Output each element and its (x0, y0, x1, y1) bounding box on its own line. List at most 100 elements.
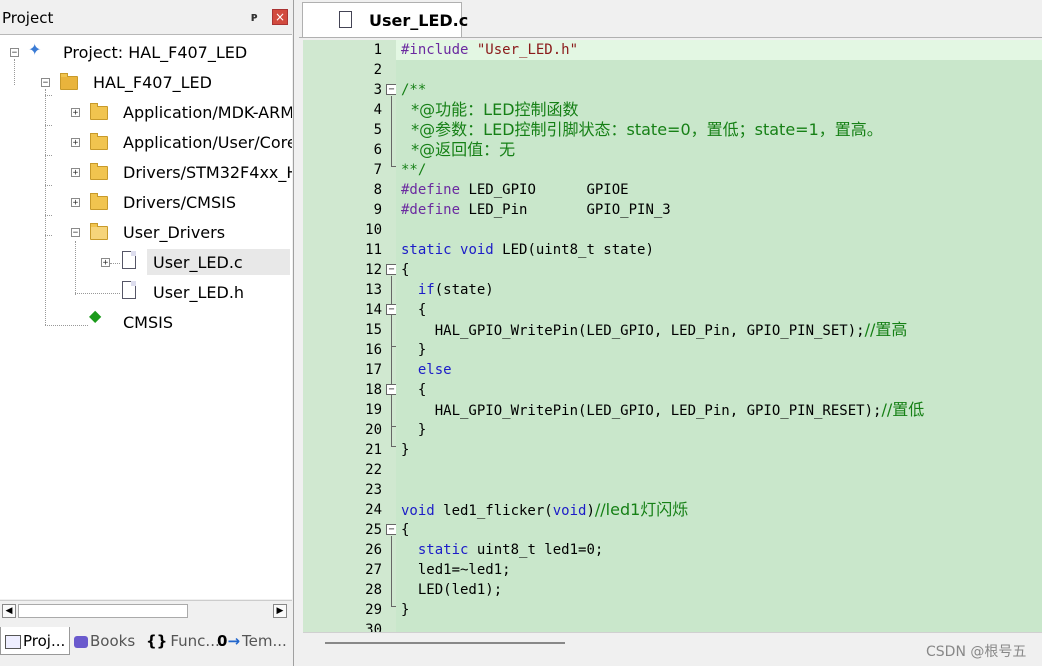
code-line-11: static void LED(uint8_t state) (401, 242, 654, 258)
books-icon (74, 635, 88, 648)
expand-toggle[interactable]: + (71, 138, 80, 148)
tree-node-user-led-h[interactable]: User_LED.h (153, 280, 244, 306)
code-line-9: #define LED_Pin GPIO_PIN_3 (401, 202, 671, 218)
tab-books[interactable]: Books (74, 627, 142, 655)
line-number: 21 (365, 442, 382, 458)
project-panel-title: Project (2, 9, 54, 27)
cmsis-icon: ◆ (89, 306, 102, 325)
functions-icon: {} (146, 632, 168, 650)
collapse-toggle[interactable]: − (10, 48, 19, 58)
tree-horizontal-scrollbar[interactable]: ◀ ▶ (0, 600, 292, 621)
tab-project-label: Proj... (23, 632, 66, 650)
line-number: 25 (365, 522, 382, 538)
line-number: 4 (373, 102, 382, 118)
line-number: 20 (365, 422, 382, 438)
project-tree: − ✦ Project: HAL_F407_LED − HAL_F407_LED… (0, 34, 292, 599)
line-number: 23 (365, 482, 382, 498)
close-icon[interactable]: × (272, 9, 288, 25)
tab-templates[interactable]: 0→ Tem... (217, 627, 287, 655)
line-number: 19 (365, 402, 382, 418)
line-number: 26 (365, 542, 382, 558)
editor-pane: User_LED.c 1 2 3 4 5 6 7 8 9 10 11 12 13… (299, 0, 1042, 666)
scroll-thumb[interactable] (325, 642, 565, 644)
line-number: 13 (365, 282, 382, 298)
line-number: 18 (365, 382, 382, 398)
code-line-24: void led1_flicker(void)//led1灯闪烁 (401, 500, 689, 519)
code-line-1: #include "User_LED.h" (401, 42, 579, 58)
code-line-6: *@返回值：无 (401, 140, 516, 159)
line-number: 17 (365, 362, 382, 378)
h-file-icon (122, 281, 136, 299)
code-line-7: **/ (401, 162, 427, 178)
code-line-25: { (401, 522, 410, 538)
watermark: CSDN @根号五 (926, 644, 1027, 660)
tab-project[interactable]: Proj... (0, 627, 70, 655)
file-icon (339, 11, 352, 28)
line-number: 15 (365, 322, 382, 338)
scroll-right-icon[interactable]: ▶ (273, 604, 287, 618)
scroll-left-icon[interactable]: ◀ (2, 604, 16, 618)
line-number: 9 (373, 202, 382, 218)
line-number: 12 (365, 262, 382, 278)
code-line-18: { (401, 382, 427, 398)
code-line-14: { (401, 302, 427, 318)
code-line-5: *@参数：LED控制引脚状态：state=0，置低；state=1，置高。 (401, 120, 883, 139)
line-number: 16 (365, 342, 382, 358)
code-line-17: else (417, 362, 452, 378)
folder-icon (90, 193, 108, 210)
folder-icon (90, 133, 108, 150)
line-number: 8 (373, 182, 382, 198)
code-line-26: static uint8_t led1=0; (417, 542, 604, 558)
project-panel: Project ᴘ × − ✦ Project: HAL_F407_LED − … (0, 0, 294, 666)
code-line-15: HAL_GPIO_WritePin(LED_GPIO, LED_Pin, GPI… (401, 320, 908, 339)
pin-icon[interactable]: ᴘ (251, 10, 258, 24)
code-editor[interactable]: #include "User_LED.h" /** *@功能：LED控制函数 *… (396, 40, 1042, 632)
line-number: 14 (365, 302, 382, 318)
panel-tabs: Proj... Books {} Func... 0→ Tem... (0, 625, 292, 657)
code-line-16: } (401, 342, 427, 358)
line-number: 7 (373, 162, 382, 178)
folder-icon (90, 103, 108, 120)
expand-toggle[interactable]: + (71, 168, 80, 178)
editor-tab-user-led-c[interactable]: User_LED.c (302, 2, 468, 37)
code-line-28: LED(led1); (401, 582, 503, 598)
code-line-8: #define LED_GPIO GPIOE (401, 182, 629, 198)
tree-node-user-led-c[interactable]: User_LED.c (153, 250, 243, 276)
tree-node-app-mdk[interactable]: Application/MDK-ARM (123, 100, 292, 126)
tree-node-target[interactable]: HAL_F407_LED (93, 70, 212, 96)
code-line-3: /** (401, 82, 427, 98)
tree-node-drivers-cmsis[interactable]: Drivers/CMSIS (123, 190, 236, 216)
tree-node-app-user-core[interactable]: Application/User/Core (123, 130, 292, 156)
line-number: 5 (373, 122, 382, 138)
project-tab-icon (5, 634, 21, 649)
code-line-12: { (401, 262, 410, 278)
folder-icon (90, 163, 108, 180)
line-number: 30 (365, 622, 382, 632)
tree-node-user-drivers[interactable]: User_Drivers (123, 220, 225, 246)
target-icon (60, 73, 78, 90)
line-number: 24 (365, 502, 382, 518)
tree-node-drivers-hal[interactable]: Drivers/STM32F4xx_HAL (123, 160, 292, 186)
folder-open-icon (90, 223, 108, 240)
expand-toggle[interactable]: + (101, 258, 110, 268)
line-number: 1 (373, 42, 382, 58)
tab-books-label: Books (90, 632, 136, 650)
tab-functions[interactable]: {} Func... (146, 627, 220, 655)
tab-templates-label: Tem... (242, 632, 287, 650)
project-panel-header: Project ᴘ × (0, 0, 293, 34)
tree-node-cmsis[interactable]: CMSIS (123, 310, 173, 336)
expand-toggle[interactable]: + (71, 198, 80, 208)
line-number-gutter: 1 2 3 4 5 6 7 8 9 10 11 12 13 14 15 16 1… (303, 40, 398, 632)
expand-toggle[interactable]: + (71, 108, 80, 118)
collapse-toggle[interactable]: − (71, 228, 80, 238)
collapse-toggle[interactable]: − (41, 78, 50, 88)
c-file-icon (122, 251, 136, 269)
line-number: 3 (373, 82, 382, 98)
editor-tab-label: User_LED.c (369, 11, 469, 30)
tree-node-project[interactable]: Project: HAL_F407_LED (63, 40, 247, 66)
code-line-4: *@功能：LED控制函数 (401, 100, 579, 119)
line-number: 2 (373, 62, 382, 78)
line-number: 28 (365, 582, 382, 598)
templates-icon: 0→ (217, 632, 241, 650)
scroll-thumb[interactable] (18, 604, 188, 618)
